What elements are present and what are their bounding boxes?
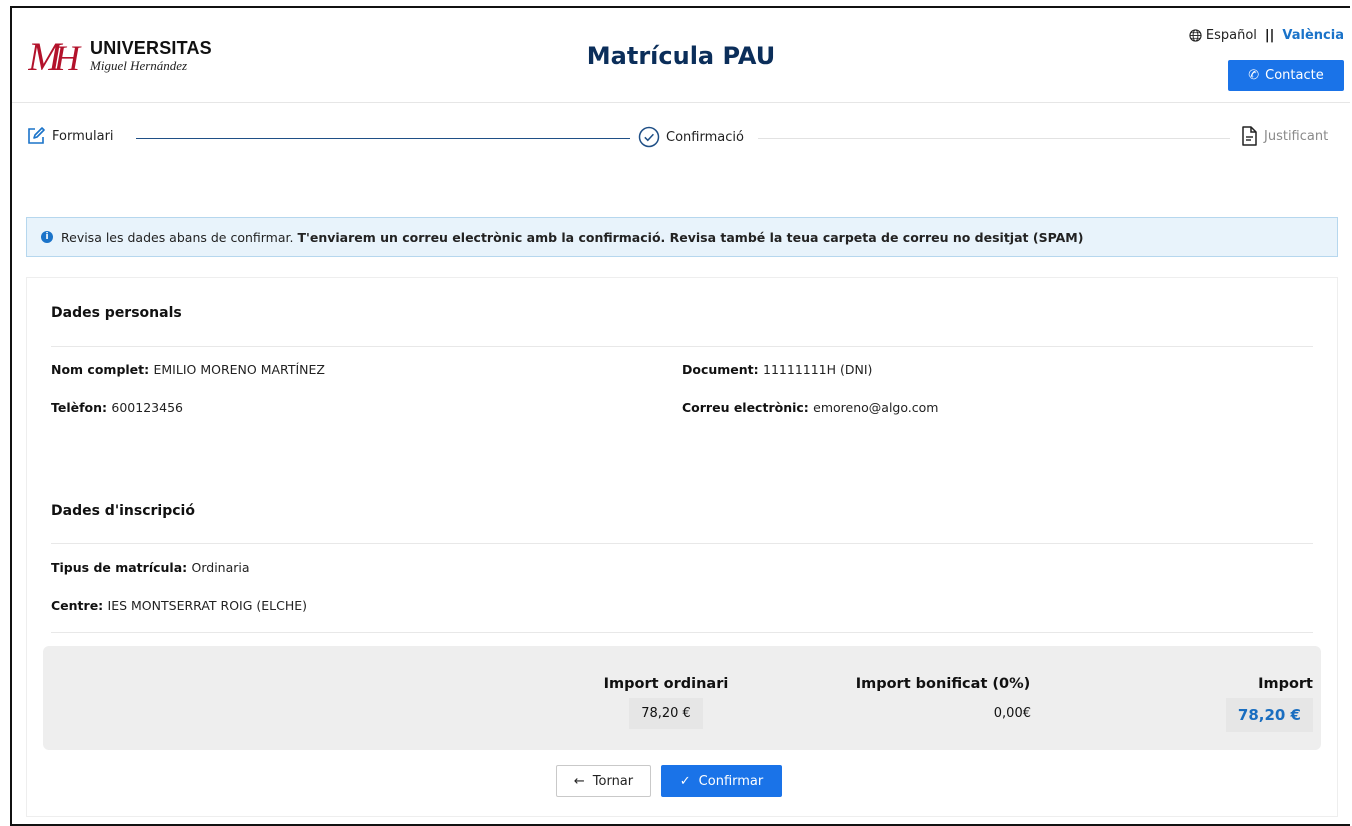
- step-justificant: Justificant: [1234, 126, 1337, 146]
- info-alert: i Revisa les dades abans de confirmar. T…: [26, 217, 1338, 257]
- step-label: Justificant: [1264, 128, 1329, 144]
- alert-text: Revisa les dades abans de confirmar.: [61, 229, 294, 245]
- field-email: Correu electrònic: emoreno@algo.com: [682, 400, 939, 415]
- check-circle-icon: [638, 126, 660, 148]
- field-value: IES MONTSERRAT ROIG (ELCHE): [107, 598, 308, 613]
- stepper-line-pending: [758, 138, 1230, 139]
- step-formulari: Formulari: [26, 126, 122, 146]
- edit-icon: [28, 127, 45, 144]
- app-frame: M H UNIVERSITAS Miguel Hernández Matrícu…: [10, 6, 1350, 826]
- field-value: 600123456: [111, 400, 183, 415]
- totals-panel: Import ordinari 78,20 € Import bonificat…: [43, 646, 1321, 750]
- enrollment-data-title: Dades d'inscripció: [51, 503, 195, 519]
- divider: [51, 543, 1313, 544]
- field-document: Document: 11111111H (DNI): [682, 362, 873, 377]
- contact-label: Contacte: [1265, 68, 1324, 83]
- field-value: 11111111H (DNI): [763, 362, 873, 377]
- step-label: Formulari: [52, 128, 114, 144]
- total-amount-value: 78,20 €: [1225, 698, 1313, 732]
- phone-icon: ✆: [1247, 67, 1261, 84]
- language-switcher: Español || València: [1189, 28, 1344, 43]
- field-label: Nom complet: [51, 362, 145, 377]
- header: M H UNIVERSITAS Miguel Hernández Matrícu…: [12, 8, 1350, 103]
- total-discount-label: Import bonificat (0%): [855, 676, 1031, 692]
- divider: [51, 632, 1313, 633]
- total-discount: Import bonificat (0%) 0,00€: [843, 676, 1043, 721]
- document-icon: [1242, 126, 1257, 146]
- check-icon: ✓: [679, 773, 691, 789]
- confirm-button[interactable]: ✓ Confirmar: [661, 765, 782, 797]
- personal-data-title: Dades personals: [51, 305, 182, 321]
- total-ordinary-label: Import ordinari: [603, 676, 729, 692]
- step-label: Confirmació: [666, 129, 744, 145]
- stepper: Formulari Confirmació Justificant: [26, 126, 1338, 150]
- contact-button[interactable]: ✆ Contacte: [1228, 60, 1344, 91]
- divider: [51, 346, 1313, 347]
- field-label: Telèfon: [51, 400, 103, 415]
- field-value: Ordinaria: [191, 560, 250, 575]
- field-value: EMILIO MORENO MARTÍNEZ: [153, 362, 325, 377]
- summary-card: Dades personals Nom complet: EMILIO MORE…: [26, 277, 1338, 817]
- lang-va-link[interactable]: València: [1282, 28, 1344, 43]
- total-discount-value: 0,00€: [993, 706, 1031, 721]
- field-label: Tipus de matrícula: [51, 560, 183, 575]
- total-amount-label: Import: [1258, 676, 1313, 692]
- step-confirmacio: Confirmació: [630, 126, 752, 148]
- arrow-left-icon: ←: [573, 773, 585, 789]
- back-label: Tornar: [592, 773, 634, 789]
- lang-separator: ||: [1264, 28, 1275, 43]
- field-full-name: Nom complet: EMILIO MORENO MARTÍNEZ: [51, 362, 325, 377]
- alert-bold-text: T'enviarem un correu electrònic amb la c…: [297, 229, 1084, 245]
- field-phone: Telèfon: 600123456: [51, 400, 183, 415]
- globe-icon: [1189, 29, 1202, 42]
- field-centre: Centre: IES MONTSERRAT ROIG (ELCHE): [51, 598, 308, 613]
- page-title: Matrícula PAU: [586, 42, 776, 70]
- stepper-line-done: [136, 138, 636, 139]
- field-value: emoreno@algo.com: [813, 400, 939, 415]
- total-amount: Import 78,20 €: [1203, 676, 1313, 732]
- lang-es-link[interactable]: Español: [1206, 28, 1257, 43]
- back-button[interactable]: ← Tornar: [556, 765, 651, 797]
- field-enrollment-type: Tipus de matrícula: Ordinaria: [51, 560, 250, 575]
- total-ordinary-value: 78,20 €: [629, 698, 703, 729]
- confirm-label: Confirmar: [698, 773, 764, 789]
- field-label: Correu electrònic: [682, 400, 804, 415]
- field-label: Centre: [51, 598, 99, 613]
- info-icon: i: [41, 231, 53, 243]
- field-label: Document: [682, 362, 754, 377]
- total-ordinary: Import ordinari 78,20 €: [591, 676, 741, 729]
